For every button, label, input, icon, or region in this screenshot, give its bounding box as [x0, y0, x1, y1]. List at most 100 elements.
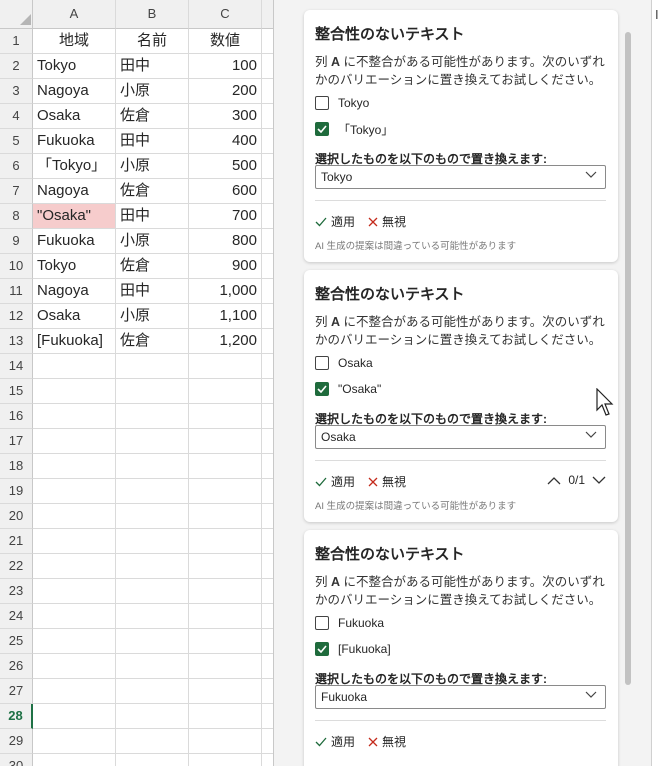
cell-a[interactable] — [33, 554, 116, 579]
row-header[interactable]: 22 — [0, 554, 33, 579]
ignore-button[interactable]: 無視 — [368, 213, 406, 230]
apply-button[interactable]: 適用 — [315, 733, 355, 750]
cell-c[interactable] — [189, 529, 262, 554]
row-header[interactable]: 15 — [0, 379, 33, 404]
cell-a[interactable] — [33, 454, 116, 479]
cell-a[interactable]: "Osaka" — [33, 204, 116, 229]
cell-b[interactable] — [116, 354, 189, 379]
cell-a[interactable] — [33, 729, 116, 754]
row-header[interactable]: 19 — [0, 479, 33, 504]
cell-a[interactable] — [33, 679, 116, 704]
row-header[interactable]: 6 — [0, 154, 33, 179]
cell-a[interactable]: 地域 — [33, 29, 116, 54]
cell-c[interactable]: 700 — [189, 204, 262, 229]
cell-c[interactable] — [189, 629, 262, 654]
cell-c[interactable]: 1,200 — [189, 329, 262, 354]
option-checkbox-2[interactable]: "Osaka" — [315, 380, 381, 398]
row-header[interactable]: 5 — [0, 129, 33, 154]
cell-a[interactable]: [Fukuoka] — [33, 329, 116, 354]
cell-a[interactable] — [33, 479, 116, 504]
row-header[interactable]: 28 — [0, 704, 33, 729]
cell-c[interactable]: 400 — [189, 129, 262, 154]
row-header[interactable]: 12 — [0, 304, 33, 329]
cell-b[interactable]: 田中 — [116, 279, 189, 304]
cell-b[interactable] — [116, 504, 189, 529]
row-header[interactable]: 16 — [0, 404, 33, 429]
cell-c[interactable] — [189, 454, 262, 479]
cell-b[interactable] — [116, 404, 189, 429]
row-header[interactable]: 4 — [0, 104, 33, 129]
pane-scrollbar[interactable] — [623, 0, 633, 766]
cell-b[interactable]: 小原 — [116, 304, 189, 329]
cell-b[interactable] — [116, 529, 189, 554]
cell-a[interactable] — [33, 754, 116, 766]
chevron-down-icon[interactable] — [592, 476, 606, 485]
cell-b[interactable] — [116, 604, 189, 629]
cell-a[interactable]: Nagoya — [33, 179, 116, 204]
cell-c[interactable]: 200 — [189, 79, 262, 104]
cell-c[interactable]: 100 — [189, 54, 262, 79]
row-header[interactable]: 3 — [0, 79, 33, 104]
spreadsheet-grid[interactable]: A B C 1 地域 名前 数値 2 Tokyo 田中 100 3 Nagoya 小原 200 4 Osaka 佐… — [0, 0, 274, 766]
column-header-c[interactable]: C — [189, 0, 262, 29]
cell-a[interactable] — [33, 379, 116, 404]
cell-b[interactable]: 田中 — [116, 54, 189, 79]
cell-c[interactable] — [189, 404, 262, 429]
cell-a[interactable]: Nagoya — [33, 79, 116, 104]
row-header[interactable]: 11 — [0, 279, 33, 304]
option-checkbox-2[interactable]: 「Tokyo」 — [315, 120, 393, 138]
column-header-a[interactable]: A — [33, 0, 116, 29]
cell-a[interactable] — [33, 529, 116, 554]
cell-c[interactable] — [189, 379, 262, 404]
replace-dropdown[interactable]: Tokyo — [315, 165, 606, 189]
checkbox-empty-icon[interactable] — [315, 96, 329, 110]
cell-b[interactable] — [116, 704, 189, 729]
row-header[interactable]: 20 — [0, 504, 33, 529]
checkbox-empty-icon[interactable] — [315, 356, 329, 370]
cell-c[interactable] — [189, 429, 262, 454]
cell-a[interactable] — [33, 654, 116, 679]
row-header[interactable]: 27 — [0, 679, 33, 704]
cell-b[interactable]: 小原 — [116, 154, 189, 179]
cell-a[interactable] — [33, 429, 116, 454]
cell-b[interactable] — [116, 554, 189, 579]
checkbox-empty-icon[interactable] — [315, 616, 329, 630]
cell-b[interactable] — [116, 679, 189, 704]
cell-c[interactable] — [189, 554, 262, 579]
column-header-b[interactable]: B — [116, 0, 189, 29]
cell-b[interactable] — [116, 579, 189, 604]
cell-b[interactable]: 田中 — [116, 204, 189, 229]
row-header[interactable]: 14 — [0, 354, 33, 379]
row-header[interactable]: 8 — [0, 204, 33, 229]
cell-c[interactable] — [189, 704, 262, 729]
cell-a[interactable]: Osaka — [33, 104, 116, 129]
cell-a[interactable]: Tokyo — [33, 54, 116, 79]
chevron-up-icon[interactable] — [547, 476, 561, 485]
cell-c[interactable]: 800 — [189, 229, 262, 254]
row-header[interactable]: 7 — [0, 179, 33, 204]
cell-c[interactable] — [189, 729, 262, 754]
cell-a[interactable]: 「Tokyo」 — [33, 154, 116, 179]
cell-b[interactable] — [116, 654, 189, 679]
cell-a[interactable]: Fukuoka — [33, 129, 116, 154]
option-checkbox-2[interactable]: [Fukuoka] — [315, 640, 391, 658]
cell-b[interactable]: 佐倉 — [116, 104, 189, 129]
cell-a[interactable] — [33, 579, 116, 604]
cell-c[interactable]: 数値 — [189, 29, 262, 54]
row-header[interactable]: 26 — [0, 654, 33, 679]
cell-c[interactable] — [189, 679, 262, 704]
cell-c[interactable] — [189, 579, 262, 604]
cell-a[interactable] — [33, 604, 116, 629]
cell-a[interactable]: Tokyo — [33, 254, 116, 279]
cell-b[interactable]: 小原 — [116, 79, 189, 104]
checkbox-checked-icon[interactable] — [315, 382, 329, 396]
cell-a[interactable]: Osaka — [33, 304, 116, 329]
pane-scrollbar-thumb[interactable] — [625, 32, 631, 685]
checkbox-checked-icon[interactable] — [315, 122, 329, 136]
cell-c[interactable] — [189, 354, 262, 379]
cell-a[interactable] — [33, 704, 116, 729]
cell-c[interactable]: 900 — [189, 254, 262, 279]
ignore-button[interactable]: 無視 — [368, 473, 406, 490]
row-header[interactable]: 23 — [0, 579, 33, 604]
cell-b[interactable] — [116, 629, 189, 654]
